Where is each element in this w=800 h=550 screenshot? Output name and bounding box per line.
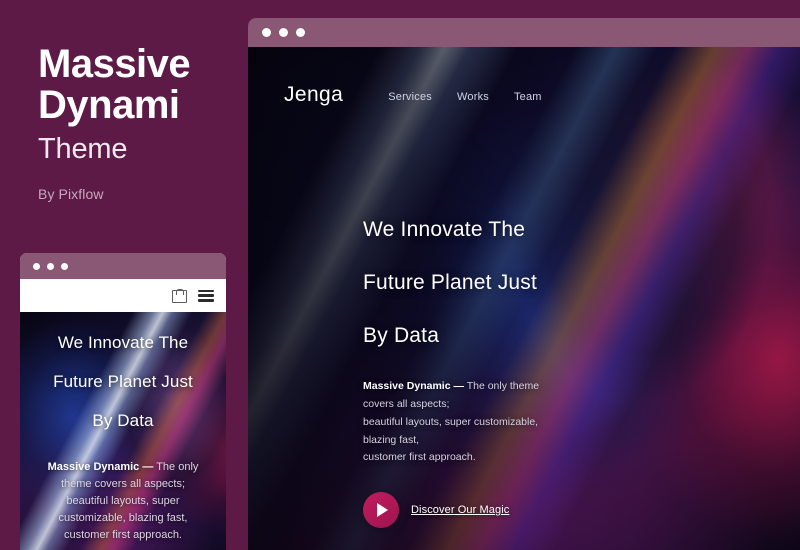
small-para-line-3: beautiful layouts, super — [66, 495, 180, 508]
small-para-line-1: The only — [153, 461, 199, 473]
large-browser-mockup: Jenga Services Works Team We Innovate Th… — [248, 18, 800, 550]
window-dot-maximize[interactable] — [296, 28, 305, 37]
headline-line-3: By Data — [363, 324, 440, 347]
small-hero-section: We Innovate The Future Planet Just By Da… — [20, 312, 226, 550]
play-icon — [377, 503, 388, 518]
para-lead: Massive Dynamic — — [363, 380, 464, 392]
small-para-line-2: theme covers all aspects; — [60, 478, 186, 491]
para-line-1: The only theme — [463, 380, 540, 392]
small-para-line-5: customer first approach. — [64, 529, 182, 542]
promo-title-line-1: Massive — [38, 42, 191, 86]
promo-block: Massive Dynami Theme By Pixflow — [38, 44, 238, 203]
headline-line-2: Future Planet Just — [363, 271, 538, 294]
promo-title-line-2: Dynami — [38, 82, 180, 127]
nav-links: Services Works Team — [388, 87, 541, 103]
small-headline-line-1: We Innovate The — [57, 333, 189, 352]
para-line-3: beautiful layouts, super customizable, — [363, 415, 539, 428]
window-dot-minimize[interactable] — [279, 28, 288, 37]
small-headline-line-3: By Data — [92, 411, 154, 430]
nav-link-services[interactable]: Services — [388, 91, 432, 103]
small-browser-mockup: We Innovate The Future Planet Just By Da… — [20, 253, 226, 550]
small-window-titlebar — [20, 253, 226, 279]
site-logo[interactable]: Jenga — [284, 83, 343, 107]
nav-link-team[interactable]: Team — [514, 91, 542, 103]
promo-author: By Pixflow — [38, 186, 104, 203]
nav-link-works[interactable]: Works — [457, 91, 489, 103]
window-dot-minimize[interactable] — [47, 262, 54, 270]
para-line-5: customer first approach. — [363, 451, 476, 464]
discover-our-magic-link[interactable]: Discover Our Magic — [411, 504, 509, 516]
large-hero-section: Jenga Services Works Team We Innovate Th… — [248, 47, 800, 550]
window-dot-close[interactable] — [262, 28, 271, 37]
play-button[interactable] — [363, 492, 399, 529]
window-dot-close[interactable] — [33, 262, 40, 270]
para-line-2: covers all aspects; — [363, 397, 450, 410]
small-headline-line-2: Future Planet Just — [53, 372, 193, 391]
large-hero-content: We Innovate The Future Planet Just By Da… — [248, 107, 800, 529]
cta-group: Discover Our Magic — [363, 492, 800, 529]
site-navbar: Jenga Services Works Team — [248, 47, 800, 107]
small-para-line-4: customizable, blazing fast, — [58, 512, 188, 525]
small-hero-paragraph: Massive Dynamic — The only theme covers … — [20, 451, 226, 544]
headline-line-1: We Innovate The — [363, 218, 526, 241]
small-site-navbar — [20, 279, 226, 312]
large-window-titlebar — [248, 18, 800, 47]
small-hero-headline: We Innovate The Future Planet Just By Da… — [20, 312, 226, 429]
page-title: Massive Dynami — [38, 44, 238, 126]
hero-paragraph: Massive Dynamic — The only theme covers … — [363, 378, 800, 467]
promo-subtitle: Theme — [38, 132, 128, 165]
hamburger-menu-icon[interactable] — [198, 289, 214, 302]
small-para-lead: Massive Dynamic — — [47, 461, 154, 473]
shopping-bag-icon[interactable] — [172, 288, 187, 303]
window-dot-maximize[interactable] — [61, 262, 68, 270]
para-line-4: blazing fast, — [363, 433, 420, 446]
